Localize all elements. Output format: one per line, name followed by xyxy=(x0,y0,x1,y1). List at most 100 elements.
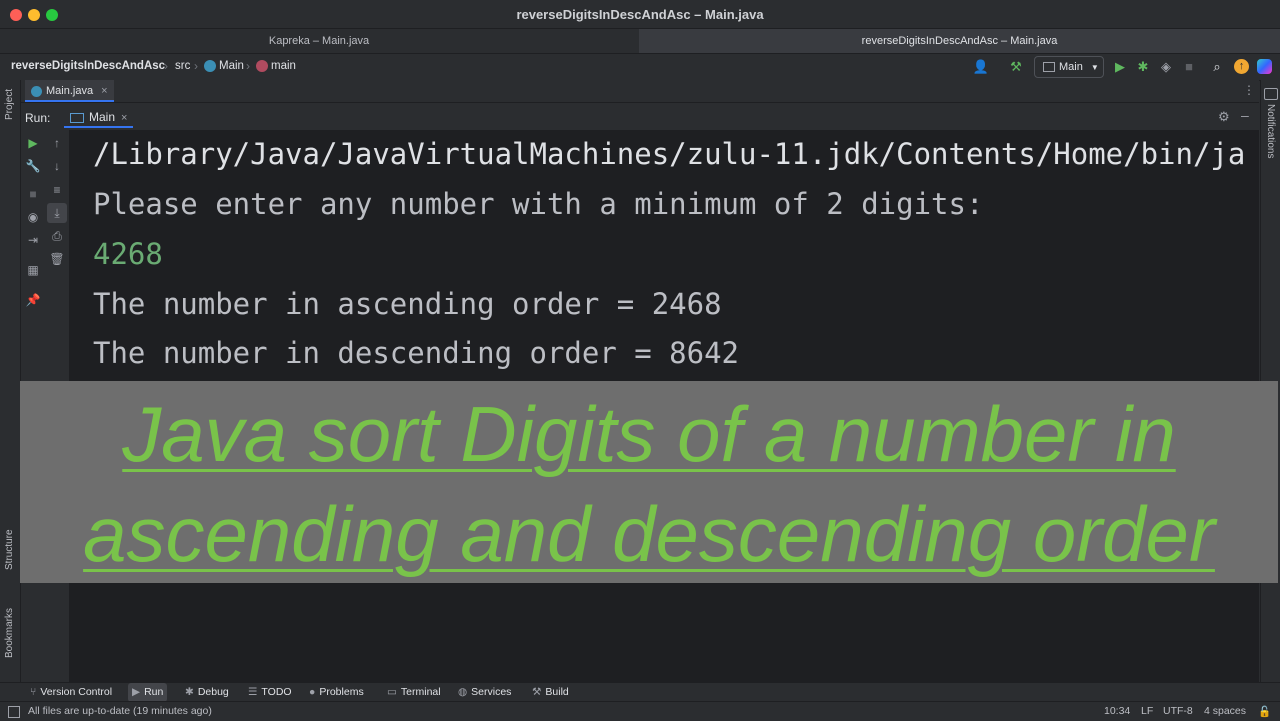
list-icon: ☰ xyxy=(248,686,258,698)
console-line-prompt: Please enter any number with a minimum o… xyxy=(93,187,984,221)
class-icon xyxy=(204,60,216,72)
run-icon[interactable]: ▶ xyxy=(1111,58,1129,76)
run-config-select[interactable]: Main ▼ xyxy=(1034,56,1104,78)
camera-icon[interactable]: ◉ xyxy=(23,207,43,227)
tool-terminal[interactable]: ▭ Terminal xyxy=(383,683,445,702)
tool-label: Problems xyxy=(319,686,364,698)
login-icon[interactable]: ⇥ xyxy=(23,230,43,250)
breadcrumb-project[interactable]: reverseDigitsInDescAndAsc xyxy=(11,60,165,72)
window-title: reverseDigitsInDescAndAsc – Main.java xyxy=(516,7,764,22)
console-icon xyxy=(70,112,84,123)
left-tool-stripe: Project Structure Bookmarks xyxy=(0,80,21,682)
bug-icon: ✱ xyxy=(185,686,194,698)
banner-line-1: Java sort Digits of a number in xyxy=(122,390,1176,478)
trash-icon[interactable]: 🗑 xyxy=(47,249,67,269)
run-tab-main[interactable]: Main × xyxy=(64,106,134,128)
lock-icon[interactable]: 🔓 xyxy=(1258,705,1271,718)
console-line-ascending: The number in ascending order = 2468 xyxy=(93,287,722,321)
project-tab-kapreka[interactable]: Kapreka – Main.java xyxy=(0,29,638,53)
run-panel-label: Run: xyxy=(25,111,51,125)
tool-run[interactable]: ▶ Run xyxy=(128,683,168,702)
tool-services[interactable]: ◍ Services xyxy=(454,683,515,702)
java-class-icon xyxy=(31,85,42,97)
arrow-up-icon[interactable]: ↑ xyxy=(47,133,67,153)
run-icon: ▶ xyxy=(132,686,141,698)
stop-icon[interactable]: ■ xyxy=(23,184,43,204)
tool-label: TODO xyxy=(261,686,292,698)
structure-tool-button[interactable]: Structure xyxy=(4,529,15,570)
editor-tabs: Main.java × ⋮ xyxy=(21,80,1259,103)
user-icon[interactable]: 👤 xyxy=(972,58,990,76)
tool-todo[interactable]: ☰ TODO xyxy=(244,683,296,702)
branch-icon: ⑂ xyxy=(30,686,37,698)
project-tab-label: Kapreka – Main.java xyxy=(268,35,370,47)
status-message: All files are up-to-date (19 minutes ago… xyxy=(28,705,212,717)
tool-label: Version Control xyxy=(40,686,113,698)
run-panel-header: Run: Main × ⚙ – xyxy=(21,103,1259,129)
bookmarks-tool-button[interactable]: Bookmarks xyxy=(4,608,15,658)
breadcrumb-src[interactable]: src xyxy=(175,60,190,72)
search-icon[interactable]: ⌕ xyxy=(1208,58,1226,76)
more-tabs-icon[interactable]: ⋮ xyxy=(1243,83,1255,97)
breadcrumb-method[interactable]: main xyxy=(271,60,296,72)
console-line-command: /Library/Java/JavaVirtualMachines/zulu-1… xyxy=(93,137,1246,171)
tool-label: Terminal xyxy=(400,686,441,698)
close-icon[interactable]: × xyxy=(121,112,127,124)
caret-position[interactable]: 10:34 xyxy=(1104,705,1130,717)
config-icon xyxy=(1043,62,1055,73)
layout-icon[interactable]: ▦ xyxy=(23,260,43,280)
minimize-panel-icon[interactable]: – xyxy=(1241,107,1249,123)
structure-tool-label: Structure xyxy=(4,529,15,570)
plugin-icon[interactable] xyxy=(1257,59,1272,74)
bell-icon[interactable] xyxy=(1264,88,1278,100)
chevron-right-icon: › xyxy=(246,59,250,73)
notifications-tool-button[interactable]: Notifications xyxy=(1265,104,1276,158)
soft-wrap-icon[interactable]: ≡ xyxy=(47,180,67,200)
coverage-icon[interactable]: ◈ xyxy=(1157,58,1175,76)
status-bar: All files are up-to-date (19 minutes ago… xyxy=(0,701,1280,721)
print-icon[interactable]: ⎙ xyxy=(47,226,67,246)
tool-version-control[interactable]: ⑂ Version Control xyxy=(26,683,116,702)
tool-label: Services xyxy=(471,686,512,698)
line-separator[interactable]: LF xyxy=(1141,705,1153,717)
tool-build[interactable]: ⚒ Build xyxy=(528,683,573,702)
rerun-icon[interactable]: ▶ xyxy=(23,133,43,153)
project-tab-reverse[interactable]: reverseDigitsInDescAndAsc – Main.java xyxy=(639,29,1280,53)
pin-icon[interactable]: 📌 xyxy=(23,290,43,310)
run-config-label: Main xyxy=(1059,61,1083,73)
arrow-down-icon[interactable]: ↓ xyxy=(47,156,67,176)
layout-icon[interactable] xyxy=(8,706,20,718)
breadcrumb-class[interactable]: Main xyxy=(219,60,244,72)
bookmarks-tool-label: Bookmarks xyxy=(4,607,15,658)
console-line-descending: The number in descending order = 8642 xyxy=(93,336,740,370)
banner-line-2: ascending and descending order xyxy=(83,490,1215,578)
project-tabs: Kapreka – Main.java reverseDigitsInDescA… xyxy=(0,29,1280,54)
update-icon[interactable]: ↑ xyxy=(1234,59,1249,74)
hammer-icon[interactable]: ⚒ xyxy=(1007,58,1025,76)
run-tab-label: Main xyxy=(89,110,116,124)
settings-gear-icon[interactable]: ⚙ xyxy=(1218,109,1230,125)
hammer-icon: ⚒ xyxy=(532,686,542,698)
chevron-right-icon: › xyxy=(194,59,198,73)
project-tool-button[interactable]: Project xyxy=(4,89,15,120)
wrench-icon[interactable]: 🔧 xyxy=(23,156,43,176)
warning-icon: ● xyxy=(309,686,316,698)
chevron-right-icon: › xyxy=(164,59,168,73)
terminal-icon: ▭ xyxy=(387,686,397,698)
project-tool-label: Project xyxy=(4,88,15,120)
scroll-to-end-icon[interactable]: ⤓ xyxy=(47,203,67,223)
file-encoding[interactable]: UTF-8 xyxy=(1163,705,1193,717)
tool-problems[interactable]: ● Problems xyxy=(305,683,368,702)
navigation-bar: reverseDigitsInDescAndAsc › src › Main ›… xyxy=(0,54,1280,81)
stop-icon[interactable]: ■ xyxy=(1180,58,1198,76)
tool-debug[interactable]: ✱ Debug xyxy=(181,683,233,702)
title-bar: reverseDigitsInDescAndAsc – Main.java xyxy=(0,0,1280,29)
notifications-tool-label: Notifications xyxy=(1265,104,1276,159)
editor-tab-main-java[interactable]: Main.java × xyxy=(25,80,114,102)
indent-setting[interactable]: 4 spaces xyxy=(1204,705,1246,717)
debug-icon[interactable]: ✱ xyxy=(1134,58,1152,76)
tool-label: Build xyxy=(545,686,569,698)
services-icon: ◍ xyxy=(458,686,468,698)
tool-label: Run xyxy=(144,686,164,698)
close-icon[interactable]: × xyxy=(101,85,107,97)
